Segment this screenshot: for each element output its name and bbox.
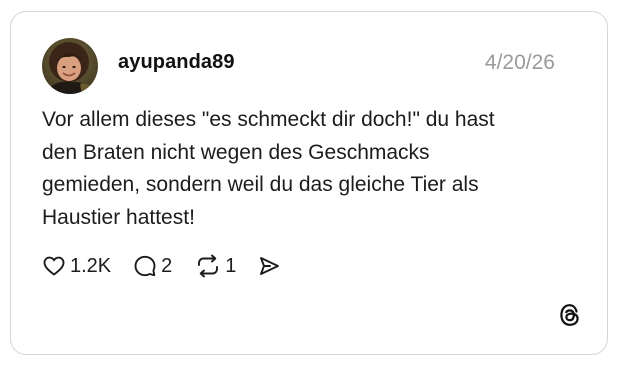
threads-logo-icon[interactable]	[557, 302, 583, 328]
threads-logo-glyph	[560, 304, 579, 326]
like-button[interactable]: 1.2K	[42, 254, 111, 278]
send-icon	[260, 257, 280, 275]
avatar-image	[42, 38, 98, 94]
reply-count: 2	[161, 254, 173, 277]
repost-count: 1	[225, 254, 237, 277]
post-date: 4/20/26	[484, 51, 555, 74]
post-text-line: Haustier hattest!	[42, 205, 195, 229]
reply-button[interactable]: 2	[133, 254, 172, 278]
repost-button[interactable]: 1	[195, 254, 236, 278]
share-button[interactable]	[257, 254, 281, 278]
repost-arrows-icon	[198, 254, 219, 278]
username[interactable]: ayupanda89	[118, 51, 235, 74]
post-text-line: gemieden, sondern weil du das gleiche Ti…	[42, 173, 479, 196]
post-text-line: den Braten nicht wegen des Geschmacks	[42, 140, 430, 164]
action-bar: 1.2K 2 1	[42, 251, 296, 281]
avatar[interactable]	[42, 38, 98, 94]
post-card: ayupanda89 4/20/26 Vor allem dieses "es …	[10, 11, 608, 355]
speech-bubble-icon	[134, 255, 156, 277]
post-text-line: Vor allem dieses "es schmeckt dir doch!"…	[42, 108, 495, 131]
heart-icon	[43, 256, 65, 276]
post-text: Vor allem dieses "es schmeckt dir doch!"…	[42, 104, 562, 234]
like-count: 1.2K	[70, 254, 112, 277]
